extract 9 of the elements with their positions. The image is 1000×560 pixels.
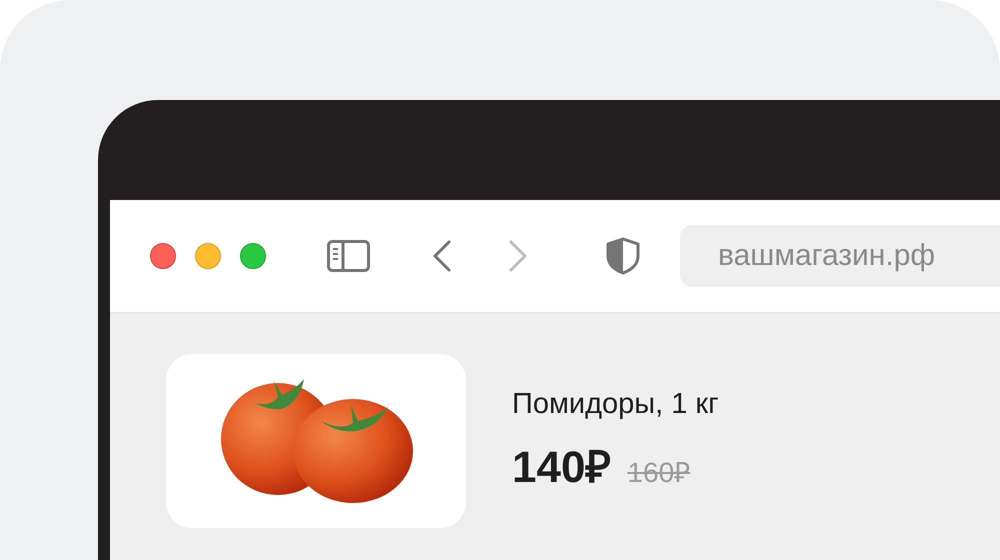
address-field[interactable]: вашмагазин.рф xyxy=(680,225,1000,287)
sidebar-icon[interactable] xyxy=(327,240,370,272)
old-price: 160₽ xyxy=(627,456,690,490)
close-icon[interactable] xyxy=(150,243,176,269)
shield-icon[interactable] xyxy=(606,237,640,275)
maximize-icon[interactable] xyxy=(240,243,266,269)
minimize-icon[interactable] xyxy=(195,243,221,269)
product-name: Помидоры, 1 кг xyxy=(512,388,719,420)
product-price: 140₽ xyxy=(512,442,612,494)
